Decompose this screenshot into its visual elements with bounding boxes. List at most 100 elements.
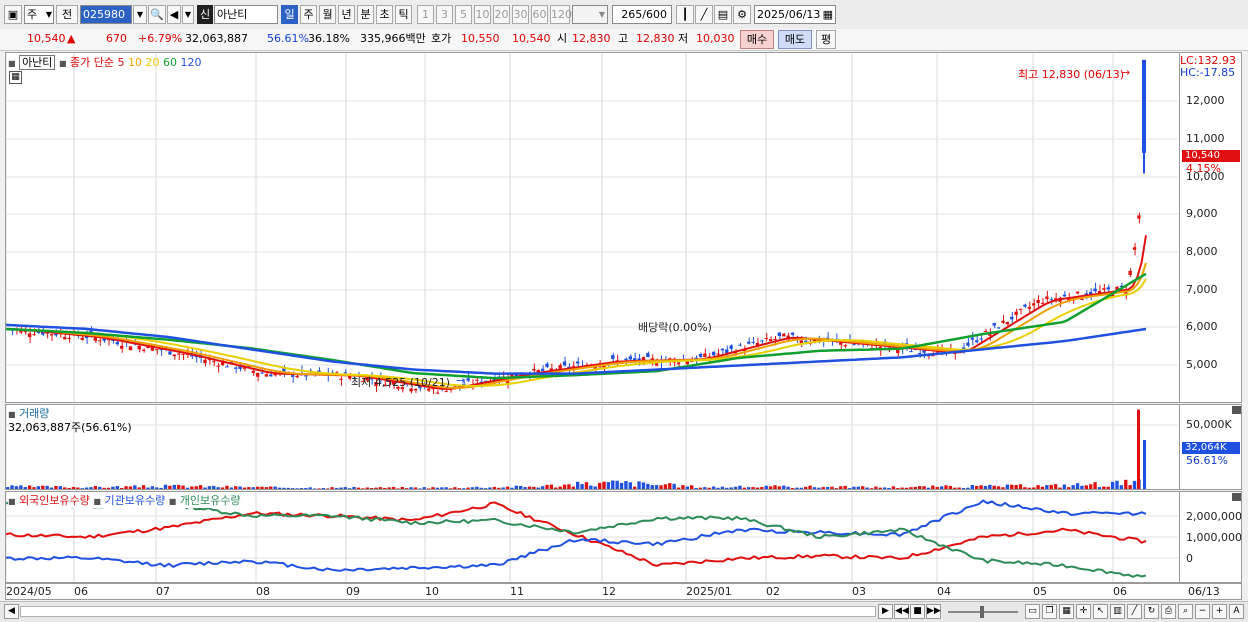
search-icon[interactable]: 🔍: [148, 5, 166, 24]
interval-3-button[interactable]: 3: [436, 5, 453, 24]
candle-body: [975, 340, 979, 343]
price-panel[interactable]: ■ 아난티 ■ 종가 단순 5 10 20 60 120 ▦ 최고 12,830…: [5, 52, 1180, 403]
period-year-button[interactable]: 년: [338, 5, 355, 24]
prev-button[interactable]: 전: [56, 5, 78, 24]
volume-bar: [150, 486, 155, 489]
volume-bar: [172, 484, 176, 489]
candle-body: [747, 341, 751, 344]
candle-body: [67, 338, 71, 340]
panel-close-icon[interactable]: [1232, 493, 1241, 501]
period-tick-button[interactable]: 틱: [395, 5, 412, 24]
volume-bar: [14, 486, 19, 489]
fast-forward-icon[interactable]: ▶▶: [926, 604, 941, 619]
volume-bar: [207, 486, 212, 489]
volume-bar: [163, 484, 168, 489]
magnify-icon[interactable]: ⌕: [1178, 604, 1193, 619]
bar-count-total: /600: [642, 8, 667, 21]
stock-tag[interactable]: 아난티: [19, 55, 56, 70]
candle-type-icon[interactable]: ┃: [676, 5, 694, 24]
bar-count-field[interactable]: 265/600: [612, 5, 672, 24]
volume-bar: [115, 486, 119, 489]
interval-20-button[interactable]: 20: [493, 5, 510, 24]
trade-amount: 335,966백만: [360, 32, 426, 45]
volume-bar: [409, 487, 413, 489]
interval-120-button[interactable]: 120: [550, 5, 572, 24]
date-field[interactable]: 2025/06/13 ▦: [754, 5, 836, 24]
volume-bar: [852, 486, 856, 489]
volume-bar: [523, 487, 527, 489]
volume-scale[interactable]: 50,000K 32,064K 56.61%: [1180, 404, 1242, 490]
candle-body: [852, 344, 856, 346]
candle-body: [1102, 288, 1106, 290]
panel-close-icon[interactable]: [1232, 406, 1241, 414]
rewind-icon[interactable]: ◀◀: [894, 604, 909, 619]
candle-body: [32, 334, 36, 336]
volume-bar: [435, 487, 440, 489]
layout-icon[interactable]: ▭: [1025, 604, 1040, 619]
save-icon[interactable]: ▤: [714, 5, 732, 24]
pointer-icon[interactable]: ↖: [1093, 604, 1108, 619]
refresh-icon[interactable]: ↻: [1144, 604, 1159, 619]
market-select[interactable]: 주 ▼: [24, 5, 54, 24]
font-size-icon[interactable]: A: [1229, 604, 1244, 619]
volume-bar: [488, 487, 492, 489]
interval-1-button[interactable]: 1: [417, 5, 434, 24]
interval-5-button[interactable]: 5: [455, 5, 472, 24]
period-day-button[interactable]: 일: [281, 5, 298, 24]
volume-bar: [817, 487, 821, 489]
volume-bar: [690, 485, 694, 489]
eval-button[interactable]: 평: [816, 30, 836, 49]
holding-scale[interactable]: 2,000,000 1,000,000 0: [1180, 491, 1242, 583]
zoom-slider-handle[interactable]: [980, 606, 984, 618]
grid-icon[interactable]: ▦: [1059, 604, 1074, 619]
volume-bar: [1001, 487, 1005, 489]
volume-bar: [348, 488, 352, 489]
candle-body: [654, 363, 659, 366]
volume-bar: [453, 487, 457, 489]
chevron-down-icon[interactable]: ▼: [133, 5, 147, 24]
period-month-button[interactable]: 월: [319, 5, 336, 24]
volume-bar: [554, 487, 558, 489]
interval-10-button[interactable]: 10: [474, 5, 491, 24]
candle-body: [475, 379, 479, 381]
zoom-in-icon[interactable]: +: [1212, 604, 1227, 619]
stock-code-input[interactable]: 025980: [80, 5, 132, 24]
buy-button[interactable]: 매수: [740, 30, 774, 49]
sell-button[interactable]: 매도: [778, 30, 812, 49]
interval-30-button[interactable]: 30: [512, 5, 529, 24]
y-tick: 11,000: [1186, 132, 1225, 145]
volume-bar: [111, 486, 115, 489]
scroll-left-icon[interactable]: ◀: [4, 604, 19, 619]
print-icon[interactable]: ⎙: [1161, 604, 1176, 619]
gear-icon[interactable]: ⚙: [733, 5, 751, 24]
chart-type-icon[interactable]: ▥: [1110, 604, 1125, 619]
zoom-out-icon[interactable]: −: [1195, 604, 1210, 619]
window-layout-icon[interactable]: ▣: [4, 5, 22, 24]
volume-bar: [361, 488, 365, 489]
interval-60-button[interactable]: 60: [531, 5, 548, 24]
interval-custom-input[interactable]: ▼: [572, 5, 608, 24]
horizontal-scrollbar[interactable]: [20, 606, 876, 617]
stock-name-field[interactable]: 아난티: [214, 5, 278, 24]
grid-toggle-icon[interactable]: ▦: [9, 71, 22, 84]
scroll-right-icon[interactable]: ▶: [878, 604, 893, 619]
candle-body: [725, 349, 729, 353]
volume-bar: [1080, 485, 1084, 489]
volume-bar: [475, 486, 479, 489]
stop-icon[interactable]: ■: [910, 604, 925, 619]
legend-marker-icon: ■: [58, 59, 67, 68]
price-scale[interactable]: LC:132.93 HC:-17.85 12,000 11,000 10,540…: [1180, 52, 1242, 403]
speaker-icon[interactable]: ◀: [167, 5, 181, 24]
copy-icon[interactable]: ❐: [1042, 604, 1057, 619]
chevron-down-icon[interactable]: ▼: [182, 5, 194, 24]
volume-bar: [672, 483, 676, 489]
draw-line-icon[interactable]: ╱: [695, 5, 713, 24]
volume-bar: [229, 487, 233, 489]
period-week-button[interactable]: 주: [300, 5, 317, 24]
crosshair-icon[interactable]: ✛: [1076, 604, 1091, 619]
period-minute-button[interactable]: 분: [357, 5, 374, 24]
holding-panel[interactable]: ■ 외국인보유수량 ■ 기관보유수량 ■ 개인보유수량: [5, 491, 1180, 583]
line-icon[interactable]: ╱: [1127, 604, 1142, 619]
volume-panel[interactable]: ■ 거래량 32,063,887주(56.61%): [5, 404, 1180, 490]
period-second-button[interactable]: 초: [376, 5, 393, 24]
